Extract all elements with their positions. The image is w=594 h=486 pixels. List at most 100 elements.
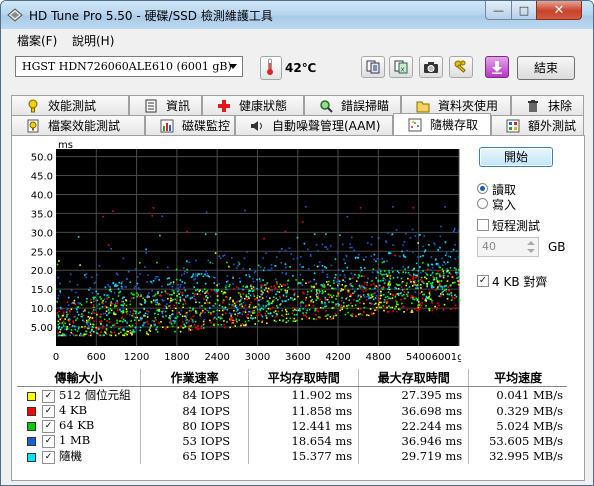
- scatter-point: [279, 283, 282, 286]
- scatter-point: [354, 257, 357, 259]
- scatter-point: [428, 296, 430, 298]
- series-visible-checkbox[interactable]: ✓: [42, 419, 55, 433]
- scatter-point: [340, 288, 343, 290]
- series-visible-checkbox[interactable]: ✓: [42, 404, 55, 418]
- scatter-point: [100, 298, 102, 300]
- scatter-point: [361, 286, 363, 288]
- tab-erase[interactable]: 抹除: [511, 95, 584, 115]
- scatter-point: [171, 286, 174, 288]
- series-visible-checkbox[interactable]: ✓: [42, 434, 55, 448]
- scatter-point: [447, 255, 450, 258]
- scatter-point: [249, 317, 252, 319]
- tab-health[interactable]: 健康狀態: [202, 95, 304, 115]
- scatter-point: [448, 271, 451, 274]
- minimize-button[interactable]: —: [485, 1, 512, 20]
- scatter-point: [351, 236, 353, 239]
- scatter-point: [223, 320, 225, 322]
- menu-help[interactable]: 說明(H): [72, 32, 114, 49]
- read-radio[interactable]: [477, 183, 488, 194]
- erase-icon: [528, 99, 538, 112]
- scatter-point: [102, 312, 105, 315]
- scatter-point: [351, 246, 353, 249]
- scatter-point: [182, 321, 184, 323]
- x-tick-label: 4800: [366, 352, 391, 363]
- scatter-point: [87, 311, 90, 314]
- scatter-point: [232, 276, 234, 278]
- scatter-point: [388, 270, 390, 272]
- row-name: 1 MB: [59, 433, 91, 448]
- scatter-point: [276, 256, 278, 258]
- tab-random-access[interactable]: 隨機存取: [393, 113, 491, 135]
- scatter-point: [155, 299, 157, 302]
- scatter-point: [450, 284, 452, 286]
- scatter-point: [99, 307, 101, 310]
- scatter-point: [453, 229, 455, 232]
- scatter-point: [377, 303, 380, 306]
- copy-info-button[interactable]: [361, 56, 385, 78]
- scatter-point: [419, 292, 422, 295]
- scatter-point: [415, 276, 417, 279]
- spinner-arrows-icon[interactable]: [526, 240, 536, 254]
- tab-file-benchmark[interactable]: 檔案效能測試: [11, 115, 145, 135]
- scatter-point: [417, 273, 419, 276]
- exit-button[interactable]: 結束: [517, 56, 575, 80]
- scatter-point: [114, 305, 116, 308]
- scatter-point: [436, 302, 439, 305]
- scatter-point: [253, 286, 256, 289]
- scatter-point: [294, 298, 296, 300]
- scatter-point: [343, 287, 346, 289]
- scatter-point: [457, 230, 460, 232]
- copy-excel-button[interactable]: x: [389, 56, 413, 78]
- options-button[interactable]: [449, 56, 473, 78]
- short-stroke-size-spinner[interactable]: 40: [477, 237, 539, 257]
- scatter-point: [64, 322, 66, 325]
- scatter-point: [76, 317, 79, 320]
- align-4kb-checkbox[interactable]: ✓: [477, 275, 489, 287]
- scatter-point: [81, 313, 84, 315]
- scatter-point: [67, 304, 70, 306]
- maximize-button[interactable]: □: [511, 1, 537, 20]
- scatter-point: [296, 313, 298, 316]
- start-button[interactable]: 開始: [479, 147, 553, 167]
- scatter-point: [403, 311, 405, 313]
- scatter-point: [382, 293, 385, 296]
- scatter-point: [174, 330, 176, 333]
- tab-extra-tests[interactable]: 額外測試: [491, 115, 584, 135]
- tab-folder-usage[interactable]: 資料夾使用: [401, 95, 511, 115]
- scatter-point: [346, 215, 349, 218]
- write-radio[interactable]: [477, 198, 488, 209]
- scatter-point: [184, 289, 187, 292]
- scatter-point: [351, 305, 354, 307]
- scatter-point: [129, 310, 132, 313]
- menu-file[interactable]: 檔案(F): [17, 32, 57, 49]
- short-stroke-checkbox[interactable]: [477, 219, 489, 231]
- scatter-point: [221, 309, 224, 312]
- scatter-point: [402, 254, 405, 256]
- series-visible-checkbox[interactable]: ✓: [42, 389, 55, 403]
- scatter-point: [65, 311, 68, 313]
- title-bar[interactable]: HD Tune Pro 5.50 - 硬碟/SSD 檢測維護工具 — □ ✕: [1, 1, 593, 29]
- scatter-point: [267, 291, 270, 294]
- save-button[interactable]: [485, 56, 509, 78]
- series-visible-checkbox[interactable]: ✓: [42, 450, 55, 464]
- scatter-point: [355, 300, 358, 302]
- scatter-point: [292, 309, 294, 312]
- scatter-point: [373, 253, 376, 256]
- scatter-point: [329, 294, 332, 296]
- scatter-point: [405, 271, 407, 274]
- scatter-point: [244, 324, 247, 327]
- scatter-point: [421, 302, 423, 304]
- drive-select[interactable]: HGST HDN726060ALE610 (6001 gB): [15, 56, 243, 77]
- tab-error-scan[interactable]: 錯誤掃瞄: [304, 95, 401, 115]
- scatter-point: [324, 290, 327, 293]
- tab-info[interactable]: 資訊: [129, 95, 202, 115]
- tab-aam[interactable]: 自動噪聲管理(AAM): [235, 115, 393, 135]
- tab-disk-monitor[interactable]: 磁碟監控: [145, 115, 235, 135]
- scatter-point: [314, 309, 316, 312]
- tab-benchmark[interactable]: 效能測試: [11, 95, 129, 115]
- scatter-point: [275, 293, 277, 296]
- scatter-point: [209, 295, 212, 298]
- close-button[interactable]: ✕: [536, 1, 582, 20]
- scatter-point: [168, 316, 170, 319]
- screenshot-button[interactable]: [419, 56, 443, 78]
